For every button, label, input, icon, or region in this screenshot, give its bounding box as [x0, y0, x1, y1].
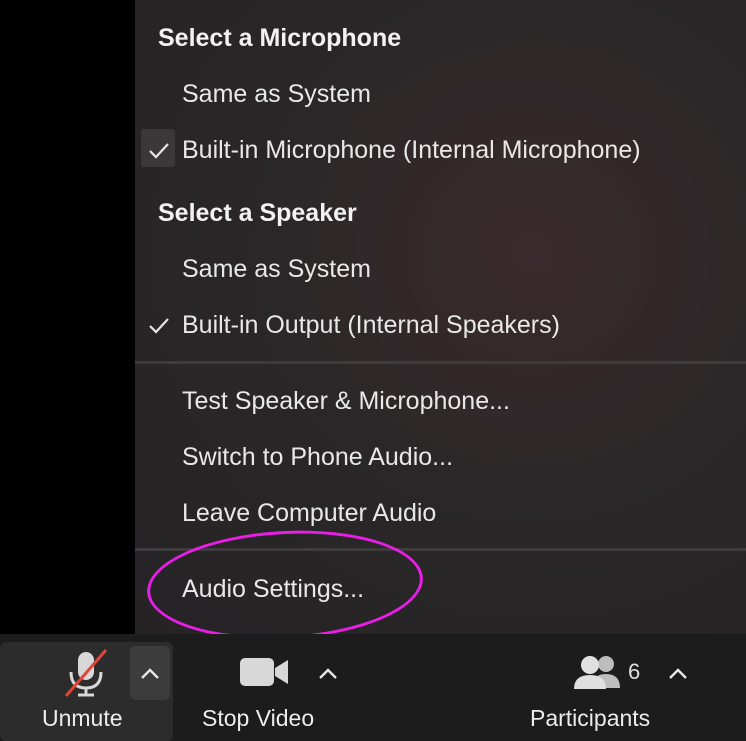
menu-item-mic-same-as-system[interactable]: Same as System	[182, 80, 371, 109]
unmute-label: Unmute	[42, 705, 123, 731]
caret-up-icon[interactable]	[318, 668, 338, 680]
menu-item-mic-built-in[interactable]: Built-in Microphone (Internal Microphone…	[182, 136, 641, 165]
microphone-heading: Select a Microphone	[158, 24, 402, 52]
stop-video-label: Stop Video	[202, 705, 315, 731]
checkmark-icon	[149, 318, 169, 334]
speaker-heading: Select a Speaker	[158, 199, 357, 227]
microphone-muted-icon	[64, 649, 108, 697]
menu-item-switch-phone-audio[interactable]: Switch to Phone Audio...	[182, 443, 453, 472]
menu-item-test-audio[interactable]: Test Speaker & Microphone...	[182, 387, 510, 416]
menu-item-leave-computer-audio[interactable]: Leave Computer Audio	[182, 499, 436, 528]
checkmark-icon	[149, 143, 169, 159]
video-area	[0, 0, 135, 634]
audio-options-caret-button[interactable]	[130, 646, 170, 700]
participants-button[interactable]: Participants	[520, 634, 680, 741]
caret-up-icon[interactable]	[668, 668, 688, 680]
menu-item-speaker-same-as-system[interactable]: Same as System	[182, 255, 371, 284]
stop-video-button[interactable]: Stop Video	[190, 634, 350, 741]
participants-count: 6	[628, 659, 641, 684]
menu-separator	[135, 361, 746, 364]
menu-item-speaker-built-in[interactable]: Built-in Output (Internal Speakers)	[182, 311, 560, 340]
video-camera-icon	[240, 658, 288, 686]
participants-icon	[574, 656, 620, 689]
caret-up-icon	[141, 668, 159, 679]
meeting-toolbar: Unmute Stop Video Participants 6	[0, 634, 746, 741]
participants-label: Participants	[530, 705, 651, 731]
